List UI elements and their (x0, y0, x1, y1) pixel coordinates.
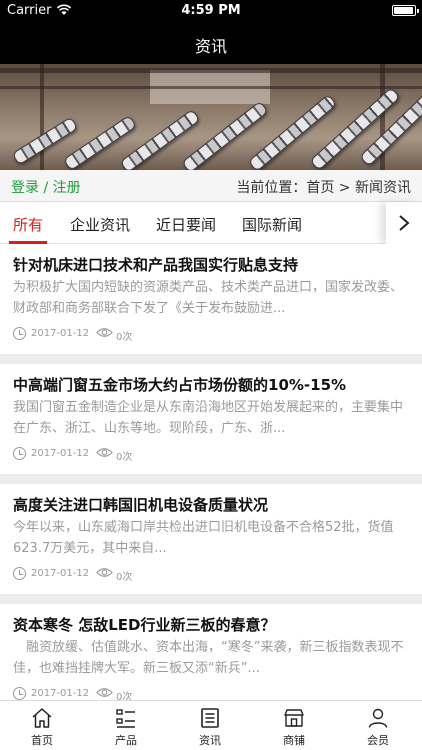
clock-icon (13, 687, 26, 700)
tab-recent-news[interactable]: 近日要闻 (156, 214, 216, 235)
tab-international-news[interactable]: 国际新闻 (242, 214, 302, 235)
news-date: 2017-01-12 (31, 448, 90, 459)
eye-icon (96, 688, 113, 697)
home-icon (32, 708, 52, 728)
bottom-tab-bar: 首页 产品 资讯 商铺 会员 (0, 700, 422, 750)
news-date: 2017-01-12 (31, 568, 90, 579)
tab-products[interactable]: 产品 (84, 701, 168, 750)
tab-label: 首页 (31, 734, 53, 747)
news-item[interactable]: 高度关注进口韩国旧机电设备质量状况 今年以来，山东威海口岸共检出进口旧机电设备不… (0, 484, 422, 594)
news-views: 0次 (116, 332, 133, 343)
nav-bar: 资讯 (0, 22, 422, 64)
news-date: 2017-01-12 (31, 328, 90, 339)
news-views: 0次 (116, 692, 133, 700)
news-title[interactable]: 中高端门窗五金市场大约占市场份额的10%-15% (13, 374, 346, 395)
news-summary: 融资放缓、估值跳水、资本出海，“寒冬”来袭，新三板指数表现不佳，也难挡挂牌大军。… (13, 640, 404, 676)
eye-icon (96, 328, 113, 337)
news-summary: 我国门窗五金制造企业是从东南沿海地区开始发展起来的，主要集中在广东、浙江、山东等… (13, 400, 404, 436)
clock-icon (13, 447, 26, 460)
news-item[interactable]: 中高端门窗五金市场大约占市场份额的10%-15% 我国门窗五金制造企业是从东南沿… (0, 364, 422, 474)
news-item[interactable]: 针对机床进口技术和产品我国实行贴息支持 为积极扩大国内短缺的资源类产品、技术类产… (0, 244, 422, 354)
chevron-right-icon (399, 215, 410, 231)
news-title[interactable]: 高度关注进口韩国旧机电设备质量状况 (13, 494, 268, 515)
tab-all[interactable]: 所有 (13, 214, 43, 235)
news-date: 2017-01-12 (31, 688, 90, 699)
news-list: 针对机床进口技术和产品我国实行贴息支持 为积极扩大国内短缺的资源类产品、技术类产… (0, 244, 422, 700)
clock-icon (13, 567, 26, 580)
tab-member[interactable]: 会员 (336, 701, 420, 750)
eye-icon (96, 448, 113, 457)
news-item[interactable]: 资本寒冬 怎敌LED行业新三板的春意？ 融资放缓、估值跳水、资本出海，“寒冬”来… (0, 604, 422, 700)
news-views: 0次 (116, 452, 133, 463)
battery-icon (392, 5, 419, 16)
tab-label: 产品 (115, 734, 137, 747)
more-tabs-button[interactable] (386, 202, 422, 244)
tab-news[interactable]: 资讯 (168, 701, 252, 750)
news-views: 0次 (116, 572, 133, 583)
location-bar: 登录 / 注册 当前位置：首页 > 新闻资讯 (0, 170, 422, 202)
login-register-link[interactable]: 登录 / 注册 (11, 177, 81, 197)
roof-beam (0, 68, 422, 73)
news-title[interactable]: 资本寒冬 怎敌LED行业新三板的春意？ (13, 614, 275, 635)
banner-image[interactable] (0, 64, 422, 170)
status-bar: Carrier 4:59 PM (0, 0, 422, 22)
member-icon (368, 708, 388, 728)
category-tabs: 所有 企业资讯 近日要闻 国际新闻 (0, 202, 422, 244)
shop-icon (284, 709, 304, 727)
news-icon (201, 708, 219, 728)
tab-company-news[interactable]: 企业资讯 (70, 214, 130, 235)
tab-label: 商铺 (283, 734, 305, 747)
tab-home[interactable]: 首页 (0, 701, 84, 750)
news-summary: 为积极扩大国内短缺的资源类产品、技术类产品进口，国家发改委、财政部和商务部联合下… (13, 280, 404, 316)
eye-icon (96, 568, 113, 577)
tab-label: 资讯 (199, 734, 221, 747)
roof-beam (40, 64, 44, 170)
breadcrumb: 当前位置：首页 > 新闻资讯 (236, 180, 411, 196)
product-list-icon (116, 709, 135, 728)
roof-beam (0, 86, 422, 89)
clock-icon (13, 327, 26, 340)
battery-level (394, 7, 413, 14)
clock-time: 4:59 PM (181, 3, 241, 18)
tab-shop[interactable]: 商铺 (252, 701, 336, 750)
news-title[interactable]: 针对机床进口技术和产品我国实行贴息支持 (13, 254, 298, 275)
page-title: 资讯 (194, 37, 227, 56)
tab-label: 会员 (367, 734, 389, 747)
news-summary: 今年以来，山东威海口岸共检出进口旧机电设备不合格52批，货值623.7万美元，其… (13, 520, 394, 556)
